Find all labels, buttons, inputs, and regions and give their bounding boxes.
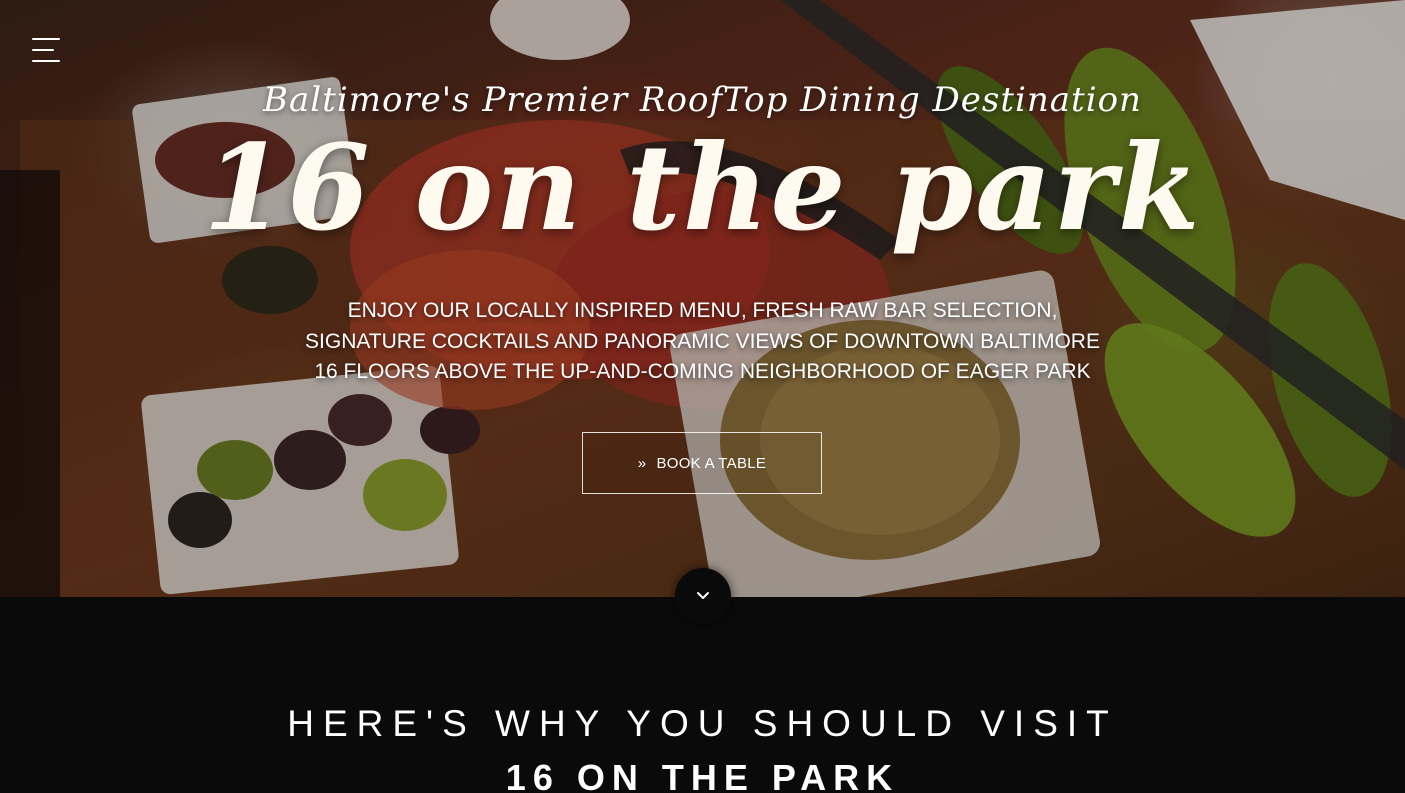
hero-description-line: ENJOY OUR LOCALLY INSPIRED MENU, FRESH R… xyxy=(347,299,1058,322)
hero-description-line: 16 FLOORS ABOVE THE UP-AND-COMING NEIGHB… xyxy=(314,360,1091,383)
menu-line xyxy=(32,60,60,62)
chevron-down-icon xyxy=(697,592,709,599)
menu-line xyxy=(32,49,54,51)
hero-title: 16 on the park xyxy=(203,118,1202,257)
book-a-table-button[interactable]: » BOOK A TABLE xyxy=(582,432,822,494)
hamburger-menu-icon[interactable] xyxy=(32,38,62,66)
why-visit-section: HERE'S WHY YOU SHOULD VISIT 16 ON THE PA… xyxy=(0,597,1405,793)
hero-section: Baltimore's Premier RoofTop Dining Desti… xyxy=(0,0,1405,597)
scroll-down-button[interactable] xyxy=(675,568,731,624)
page: Baltimore's Premier RoofTop Dining Desti… xyxy=(0,0,1405,793)
menu-line xyxy=(32,38,60,40)
double-chevron-right-icon: » xyxy=(637,454,647,472)
hero-description: ENJOY OUR LOCALLY INSPIRED MENU, FRESH R… xyxy=(0,296,1405,388)
hero-description-line: SIGNATURE COCKTAILS AND PANORAMIC VIEWS … xyxy=(305,329,1100,353)
hero-tagline: Baltimore's Premier RoofTop Dining Desti… xyxy=(263,80,1142,120)
why-visit-subheading: 16 ON THE PARK xyxy=(505,757,900,793)
book-a-table-label: BOOK A TABLE xyxy=(656,454,767,472)
why-visit-heading: HERE'S WHY YOU SHOULD VISIT xyxy=(287,703,1118,744)
